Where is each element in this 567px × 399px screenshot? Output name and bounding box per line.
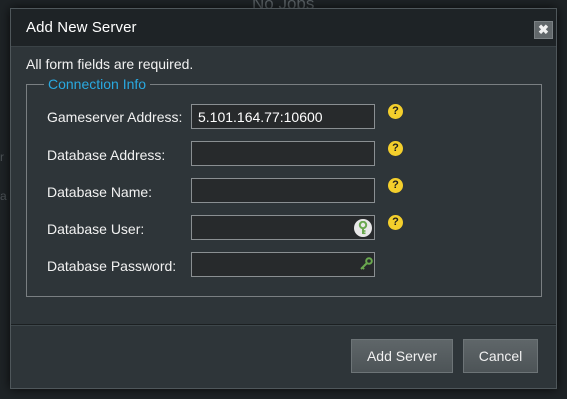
help-icon[interactable]: ?: [388, 104, 403, 119]
help-icon[interactable]: ?: [388, 178, 403, 193]
required-note: All form fields are required.: [26, 56, 194, 72]
database-password-label: Database Password:: [47, 258, 177, 274]
help-icon[interactable]: ?: [388, 215, 403, 230]
database-password-field[interactable]: [191, 252, 375, 277]
help-icon[interactable]: ?: [388, 141, 403, 156]
cancel-button[interactable]: Cancel: [463, 339, 538, 373]
background-fragment: r: [0, 150, 4, 164]
database-user-field[interactable]: [191, 215, 375, 240]
gameserver-address-field[interactable]: [191, 104, 375, 129]
gameserver-address-label: Gameserver Address:: [47, 109, 183, 125]
key-icon[interactable]: [359, 257, 373, 271]
connection-info-legend: Connection Info: [48, 76, 147, 92]
key-icon[interactable]: [354, 219, 372, 237]
dialog-titlebar: Add New Server ✖: [11, 9, 556, 47]
database-name-label: Database Name:: [47, 184, 153, 200]
footer-divider: [11, 324, 556, 325]
add-server-button[interactable]: Add Server: [351, 339, 453, 373]
background-fragment: a: [0, 189, 7, 203]
add-server-dialog: Add New Server ✖ All form fields are req…: [10, 8, 557, 389]
close-icon: ✖: [538, 22, 549, 37]
database-address-field[interactable]: [191, 141, 375, 166]
database-name-field[interactable]: [191, 178, 375, 203]
database-user-label: Database User:: [47, 221, 145, 237]
database-address-label: Database Address:: [47, 147, 166, 163]
dialog-title: Add New Server: [26, 19, 137, 36]
close-button[interactable]: ✖: [534, 21, 553, 39]
